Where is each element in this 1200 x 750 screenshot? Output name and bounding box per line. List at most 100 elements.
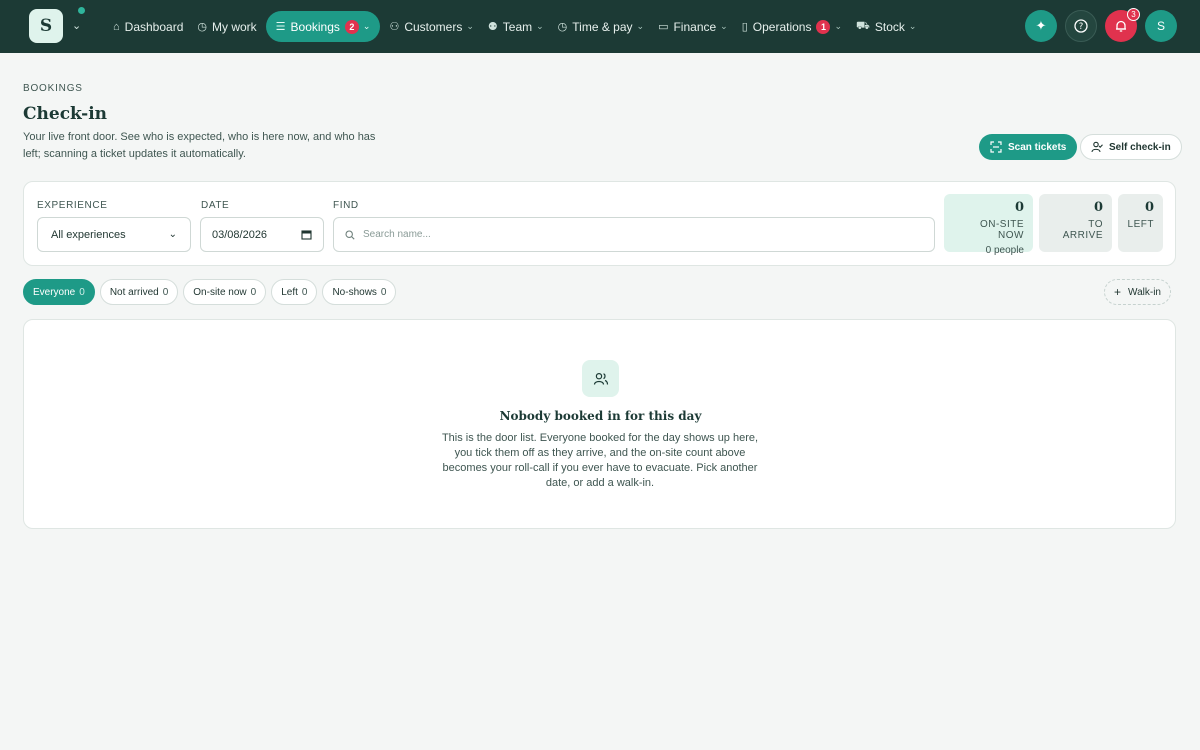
pill-count: 0 (79, 286, 85, 298)
chevron-down-icon: ⌄ (720, 21, 728, 31)
experience-value: All experiences (51, 228, 126, 241)
to-arrive-label: TO ARRIVE (1062, 219, 1103, 241)
team-icon: ⚉ (487, 21, 498, 33)
chevron-down-icon: ⌄ (908, 21, 917, 31)
stat-to-arrive[interactable]: 0 TO ARRIVE (1039, 194, 1112, 252)
chevron-down-icon: ⌄ (466, 21, 474, 31)
nav-item-finance[interactable]: ▭ Finance ⌄ (651, 11, 735, 42)
chevron-down-icon: ⌄ (834, 21, 843, 31)
cart-icon: ⛟ (856, 19, 870, 32)
nav-label: Team (502, 19, 533, 34)
scan-icon (990, 141, 1002, 153)
chevron-down-icon: ⌄ (362, 21, 371, 31)
on-site-count: 0 (1014, 200, 1024, 215)
left-label: LEFT (1127, 219, 1154, 230)
pill-label: On-site now (193, 286, 247, 298)
nav-item-stock[interactable]: ⛟ Stock ⌄ (849, 11, 923, 42)
notification-count: 3 (1127, 8, 1140, 21)
calendar-icon (301, 230, 312, 240)
search-icon (345, 229, 355, 240)
clock-icon: ◷ (197, 21, 207, 33)
pill-not-arrived[interactable]: Not arrived 0 (99, 279, 179, 305)
nav-item-my-work[interactable]: ◷ My work (190, 11, 263, 42)
date-label: DATE (201, 200, 230, 211)
chevron-down-icon[interactable]: ⌄ (72, 19, 81, 32)
pill-left[interactable]: Left 0 (271, 279, 318, 305)
nav-item-operations[interactable]: ▯ Operations 1 ⌄ (735, 11, 849, 42)
ai-assistant-button[interactable]: ✦ (1025, 10, 1057, 42)
nav-label: Dashboard (124, 19, 184, 34)
scan-tickets-label: Scan tickets (1008, 141, 1067, 153)
nav-label: Time & pay (572, 19, 633, 34)
left-count: 0 (1144, 200, 1154, 215)
date-input[interactable]: 03/08/2026 (200, 217, 324, 252)
list-icon: ☰ (275, 21, 286, 33)
brand-logo[interactable]: S (29, 9, 63, 43)
pill-label: No-shows (332, 286, 377, 298)
date-value: 03/08/2026 (212, 228, 268, 241)
breadcrumb: BOOKINGS (23, 83, 83, 94)
pill-label: Everyone (33, 286, 76, 298)
chevron-down-icon: ⌄ (536, 21, 544, 31)
notifications-button[interactable]: 3 (1105, 8, 1140, 42)
pill-count: 0 (250, 286, 257, 298)
status-dot (78, 7, 85, 14)
top-actions: ✦ ? 3 S (1025, 8, 1177, 42)
empty-state-title: Nobody booked in for this day (499, 409, 702, 423)
empty-state-icon-box (582, 360, 619, 397)
user-check-icon (1091, 141, 1103, 153)
avatar[interactable]: S (1145, 10, 1177, 42)
filter-card: EXPERIENCE All experiences ⌄ DATE 03/08/… (23, 181, 1176, 266)
page-title: Check-in (23, 104, 108, 124)
pill-count: 0 (380, 286, 387, 298)
status-filter-pills: Everyone 0 Not arrived 0 On-site now 0 L… (23, 279, 397, 305)
sparkle-icon: ✦ (1035, 18, 1047, 33)
search-input[interactable]: Search name... (333, 217, 935, 252)
door-list-card: Nobody booked in for this day This is th… (23, 319, 1176, 529)
nav-label: Operations (752, 19, 812, 34)
help-button[interactable]: ? (1065, 10, 1097, 42)
pill-count: 0 (162, 286, 169, 298)
bell-icon (1116, 20, 1126, 32)
to-arrive-count: 0 (1093, 200, 1103, 215)
stat-left[interactable]: 0 LEFT (1118, 194, 1163, 252)
walk-in-label: Walk-in (1128, 286, 1161, 298)
nav-label: Customers (404, 19, 463, 34)
nav-label: Finance (673, 19, 717, 34)
nav-item-customers[interactable]: ⚇ Customers ⌄ (382, 11, 480, 42)
nav-item-team[interactable]: ⚉ Team ⌄ (481, 11, 551, 42)
users-icon (593, 372, 608, 385)
pill-no-shows[interactable]: No-shows 0 (322, 279, 397, 305)
svg-text:?: ? (1079, 22, 1084, 32)
pill-everyone[interactable]: Everyone 0 (23, 279, 95, 305)
chevron-down-icon: ⌄ (636, 21, 645, 31)
on-site-people: 0 people (985, 245, 1024, 256)
chevron-down-icon: ⌄ (168, 229, 177, 240)
nav-label: Stock (874, 19, 905, 34)
home-icon: ⌂ (113, 20, 120, 33)
pill-label: Not arrived (109, 286, 159, 298)
experience-label: EXPERIENCE (37, 200, 108, 211)
self-check-in-button[interactable]: Self check-in (1080, 134, 1182, 160)
clipboard-icon: ▯ (741, 21, 748, 33)
pill-label: Left (281, 286, 298, 298)
help-icon: ? (1074, 19, 1088, 33)
stat-on-site-now[interactable]: 0 ON-SITE NOW 0 people (944, 194, 1033, 256)
experience-select[interactable]: All experiences ⌄ (37, 217, 191, 252)
clock-icon: ◷ (557, 21, 568, 33)
operations-badge: 1 (816, 19, 831, 34)
walk-in-button[interactable]: + Walk-in (1104, 279, 1171, 305)
self-check-in-label: Self check-in (1109, 141, 1171, 153)
empty-state-description: This is the door list. Everyone booked f… (441, 432, 759, 489)
page-description: Your live front door. See who is expecte… (23, 131, 376, 160)
main-nav: ⌂ Dashboard ◷ My work ☰ Bookings 2 ⌄ ⚇ C… (106, 11, 923, 42)
on-site-label: ON-SITE NOW (979, 219, 1024, 241)
find-label: FIND (333, 200, 359, 211)
nav-item-bookings[interactable]: ☰ Bookings 2 ⌄ (265, 11, 381, 42)
nav-item-dashboard[interactable]: ⌂ Dashboard (106, 11, 190, 42)
pill-on-site-now[interactable]: On-site now 0 (183, 279, 267, 305)
scan-tickets-button[interactable]: Scan tickets (979, 134, 1078, 160)
plus-icon: + (1114, 285, 1122, 299)
card-icon: ▭ (658, 21, 669, 33)
nav-item-time-pay[interactable]: ◷ Time & pay ⌄ (551, 11, 651, 42)
